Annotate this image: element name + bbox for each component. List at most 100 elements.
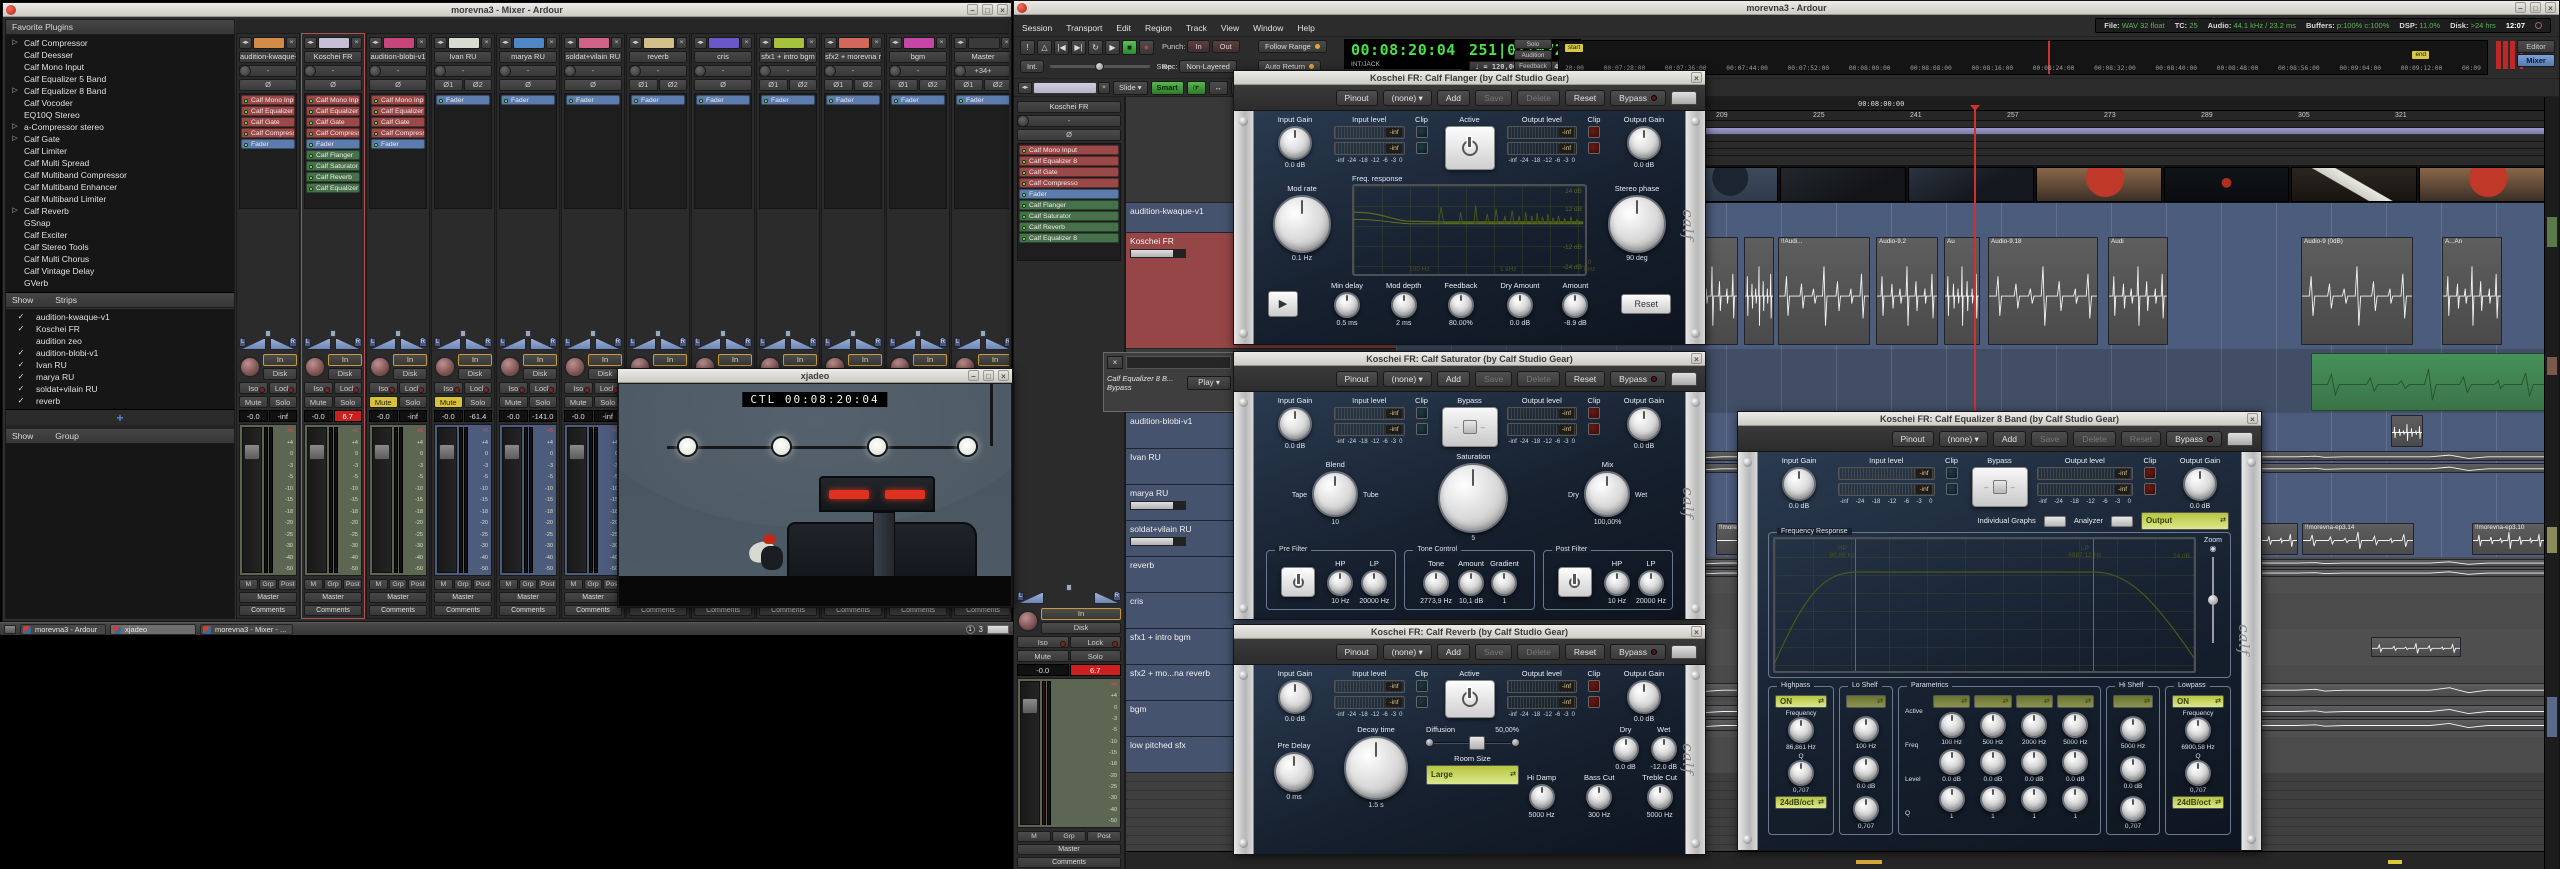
processor-active-led[interactable] xyxy=(309,131,313,136)
sync-source-button[interactable]: Int. xyxy=(1020,60,1045,73)
strip-close-button[interactable]: × xyxy=(741,37,752,49)
shuttle-speed-slider[interactable] xyxy=(1050,61,1151,71)
audio-region[interactable]: Audio-9.2 xyxy=(1876,237,1938,345)
fader[interactable] xyxy=(242,427,262,573)
menu-item[interactable]: Track xyxy=(1186,23,1207,33)
output-button[interactable]: Master xyxy=(369,592,427,603)
output-button[interactable]: Master xyxy=(239,592,297,603)
processor-item[interactable]: Fader xyxy=(566,95,620,105)
graph-mode-dropdown[interactable]: Output ⇄ xyxy=(2141,512,2229,530)
expand-arrow-icon[interactable]: ▷ xyxy=(10,205,20,217)
input-monitor-button[interactable]: In xyxy=(523,354,557,366)
favorite-plugin-item[interactable]: ▷ Calf Compressor xyxy=(6,37,234,49)
audio-region[interactable] xyxy=(2371,637,2461,657)
strip-collapse-button[interactable]: ◂▸ xyxy=(239,37,252,49)
metering-point-knob[interactable] xyxy=(369,65,381,77)
expand-arrow-icon[interactable]: ▷ xyxy=(10,85,20,97)
favorite-plugin-item[interactable]: ▷ a-Compressor stereo xyxy=(6,121,234,133)
strip-collapse-button[interactable]: ◂▸ xyxy=(824,37,837,49)
processor-active-led[interactable] xyxy=(1022,214,1026,219)
comments-button[interactable]: Comments xyxy=(564,605,622,616)
phase-invert-button[interactable]: Ø xyxy=(369,79,427,91)
mute-button[interactable]: Mute xyxy=(1017,650,1069,662)
panner[interactable]: LR xyxy=(824,330,882,352)
panner[interactable]: LR xyxy=(564,330,622,352)
transport-button[interactable]: ! xyxy=(1020,40,1035,55)
check-icon[interactable]: ✓ xyxy=(6,359,36,371)
phase-invert-button[interactable]: Ø xyxy=(499,79,557,91)
processor-item[interactable]: Calf Equalizer 8 xyxy=(371,106,425,116)
favorite-plugin-item[interactable]: GSnap xyxy=(6,217,234,229)
menu-item[interactable]: View xyxy=(1221,23,1239,33)
favorite-plugin-item[interactable]: GVerb xyxy=(6,277,234,289)
metering-point-knob[interactable] xyxy=(499,65,511,77)
keyboard-icon[interactable] xyxy=(2227,431,2253,446)
processor-box[interactable]: Calf Mono Input Calf Equalizer 8 Calf Ga… xyxy=(304,93,362,209)
save-preset-button[interactable]: Save xyxy=(1474,370,1513,387)
close-icon[interactable]: × xyxy=(1691,626,1702,637)
solo-lock-button[interactable]: Lock xyxy=(463,382,492,394)
mute-button[interactable]: Mute xyxy=(369,396,398,408)
param-knob[interactable] xyxy=(1390,292,1417,318)
audio-region[interactable]: !!Audi... xyxy=(1778,237,1870,345)
mute-button[interactable]: Mute xyxy=(304,396,333,408)
panner[interactable]: LR xyxy=(239,330,297,352)
check-icon[interactable]: ✓ xyxy=(6,395,36,407)
expand-arrow-icon[interactable] xyxy=(10,217,20,229)
expand-arrow-icon[interactable] xyxy=(10,265,20,277)
expand-arrow-icon[interactable] xyxy=(10,169,20,181)
trim-knob[interactable] xyxy=(369,356,391,378)
processor-active-led[interactable] xyxy=(1022,170,1026,175)
strip-name-button[interactable]: reverb xyxy=(629,51,687,63)
phase-invert-button[interactable]: Ø2 xyxy=(918,79,947,91)
tone-knob[interactable] xyxy=(1586,784,1613,810)
track-gain-slider[interactable] xyxy=(1130,537,1186,546)
strip-name-button[interactable]: sfx1 + intro bgm xyxy=(759,51,817,63)
input-monitor-button[interactable]: In xyxy=(1041,608,1121,620)
expand-arrow-icon[interactable] xyxy=(10,97,20,109)
gain-display[interactable]: -0.0 xyxy=(239,410,268,422)
solo-button[interactable]: Solo xyxy=(268,396,297,408)
reset-button[interactable]: Reset xyxy=(1564,643,1606,660)
audio-region[interactable] xyxy=(2391,415,2423,447)
close-icon[interactable]: × xyxy=(2247,413,2258,424)
mixer-titlebar[interactable]: morevna3 - Mixer - Ardour – □ × xyxy=(3,3,1011,17)
minimize-icon[interactable]: – xyxy=(2515,2,2526,13)
processor-box[interactable]: Fader xyxy=(694,93,752,209)
strip-color-swatch[interactable] xyxy=(903,37,935,49)
pinout-button[interactable]: Pinout xyxy=(1891,430,1934,447)
ls-level-knob[interactable] xyxy=(1853,756,1879,782)
fader-handle[interactable] xyxy=(244,444,260,460)
processor-item[interactable]: Fader xyxy=(436,95,490,105)
input-gain-knob[interactable] xyxy=(1278,126,1312,160)
fader-handle[interactable] xyxy=(309,444,325,460)
gain-display[interactable]: -0.0 xyxy=(369,410,398,422)
strip-name-button[interactable]: Koschei FR xyxy=(1017,101,1121,113)
strip-list-item[interactable]: ✓ audition-blobi-v1 xyxy=(6,347,234,359)
save-preset-button[interactable]: Save xyxy=(1474,643,1513,660)
ls-active-lcd[interactable]: ⇄ xyxy=(1846,695,1886,708)
processor-item[interactable]: Calf Saturator xyxy=(1019,211,1119,221)
phase-invert-button[interactable]: Ø1 xyxy=(889,79,918,91)
strip-color-swatch[interactable] xyxy=(773,37,805,49)
group-button[interactable]: Grp xyxy=(388,579,408,590)
metering-point-knob[interactable] xyxy=(434,65,446,77)
hs-q-knob[interactable] xyxy=(2120,796,2146,822)
band-level-knob[interactable] xyxy=(1938,749,1965,775)
band-q-knob[interactable] xyxy=(2021,786,2048,812)
processor-item[interactable]: Fader xyxy=(891,95,945,105)
preset-dropdown[interactable]: (none) ▾ xyxy=(1382,643,1432,660)
hp-freq-knob[interactable] xyxy=(1788,717,1814,743)
dry-knob[interactable] xyxy=(1612,736,1639,762)
processor-active-led[interactable] xyxy=(244,98,248,103)
band-active-lcd[interactable]: ⇄ xyxy=(1933,695,1971,708)
solo-isolate-button[interactable]: Iso xyxy=(499,382,528,394)
metering-point-knob[interactable] xyxy=(954,65,966,77)
strip-color-swatch[interactable] xyxy=(448,37,480,49)
group-button[interactable]: Grp xyxy=(583,579,603,590)
solo-button[interactable]: Solo xyxy=(463,396,492,408)
strip-name-button[interactable]: marya RU xyxy=(499,51,557,63)
meter-position-button[interactable]: Post xyxy=(538,579,558,590)
solo-lock-button[interactable]: Lock xyxy=(1069,636,1121,648)
band-freq-knob[interactable] xyxy=(2062,712,2089,738)
